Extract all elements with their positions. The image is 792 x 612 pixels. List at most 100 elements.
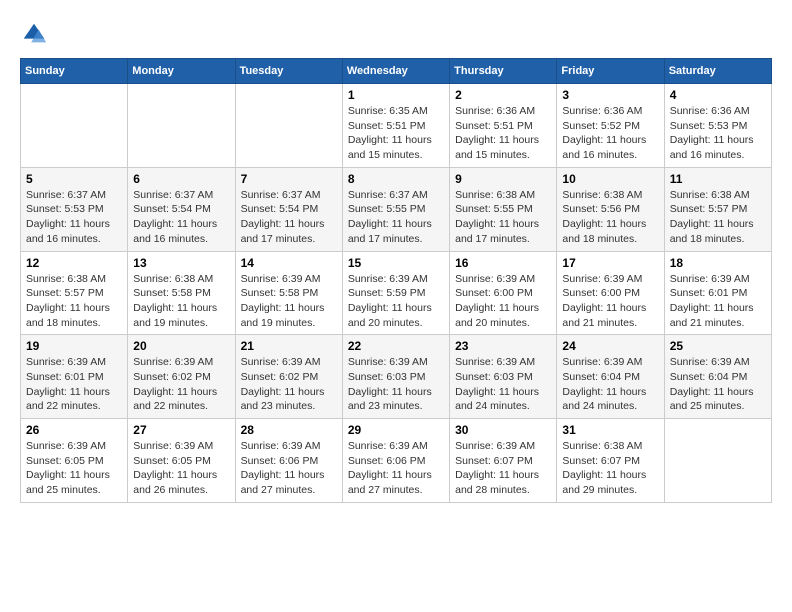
day-number: 12 <box>26 256 122 270</box>
day-info: Sunrise: 6:39 AM Sunset: 6:00 PM Dayligh… <box>455 272 551 331</box>
calendar-day-cell: 29 Sunrise: 6:39 AM Sunset: 6:06 PM Dayli… <box>342 419 449 503</box>
day-info: Sunrise: 6:39 AM Sunset: 6:03 PM Dayligh… <box>348 355 444 414</box>
calendar-day-cell: 5Sunrise: 6:37 AM Sunset: 5:53 PM Daylig… <box>21 167 128 251</box>
day-number: 31 <box>562 423 658 437</box>
calendar-day-cell: 17 Sunrise: 6:39 AM Sunset: 6:00 PM Dayli… <box>557 251 664 335</box>
day-info: Sunrise: 6:39 AM Sunset: 6:03 PM Dayligh… <box>455 355 551 414</box>
day-number: 27 <box>133 423 229 437</box>
day-number: 14 <box>241 256 337 270</box>
calendar-table: SundayMondayTuesdayWednesdayThursdayFrid… <box>20 58 772 503</box>
day-number: 1 <box>348 88 444 102</box>
calendar-week-row: 19Sunrise: 6:39 AM Sunset: 6:01 PM Dayli… <box>21 335 772 419</box>
day-number: 3 <box>562 88 658 102</box>
calendar-week-row: 5Sunrise: 6:37 AM Sunset: 5:53 PM Daylig… <box>21 167 772 251</box>
day-number: 5 <box>26 172 122 186</box>
calendar-day-cell: 22 Sunrise: 6:39 AM Sunset: 6:03 PM Dayli… <box>342 335 449 419</box>
day-number: 6 <box>133 172 229 186</box>
day-info: Sunrise: 6:39 AM Sunset: 6:00 PM Dayligh… <box>562 272 658 331</box>
calendar-header-friday: Friday <box>557 59 664 84</box>
day-info: Sunrise: 6:37 AM Sunset: 5:54 PM Dayligh… <box>133 188 229 247</box>
day-number: 24 <box>562 339 658 353</box>
day-info: Sunrise: 6:39 AM Sunset: 6:04 PM Dayligh… <box>562 355 658 414</box>
day-number: 9 <box>455 172 551 186</box>
calendar-empty-cell <box>128 84 235 168</box>
calendar-header-monday: Monday <box>128 59 235 84</box>
calendar-day-cell: 31 Sunrise: 6:38 AM Sunset: 6:07 PM Dayli… <box>557 419 664 503</box>
day-number: 4 <box>670 88 766 102</box>
day-number: 2 <box>455 88 551 102</box>
calendar-week-row: 12 Sunrise: 6:38 AM Sunset: 5:57 PM Dayli… <box>21 251 772 335</box>
calendar-day-cell: 9Sunrise: 6:38 AM Sunset: 5:55 PM Daylig… <box>450 167 557 251</box>
calendar-day-cell: 13 Sunrise: 6:38 AM Sunset: 5:58 PM Dayli… <box>128 251 235 335</box>
day-number: 11 <box>670 172 766 186</box>
day-info: Sunrise: 6:39 AM Sunset: 5:58 PM Dayligh… <box>241 272 337 331</box>
day-number: 19 <box>26 339 122 353</box>
logo-icon <box>20 20 48 48</box>
day-info: Sunrise: 6:39 AM Sunset: 6:07 PM Dayligh… <box>455 439 551 498</box>
day-info: Sunrise: 6:39 AM Sunset: 5:59 PM Dayligh… <box>348 272 444 331</box>
day-info: Sunrise: 6:39 AM Sunset: 6:02 PM Dayligh… <box>241 355 337 414</box>
day-info: Sunrise: 6:39 AM Sunset: 6:04 PM Dayligh… <box>670 355 766 414</box>
day-info: Sunrise: 6:39 AM Sunset: 6:05 PM Dayligh… <box>133 439 229 498</box>
calendar-header-saturday: Saturday <box>664 59 771 84</box>
calendar-day-cell: 14 Sunrise: 6:39 AM Sunset: 5:58 PM Dayli… <box>235 251 342 335</box>
day-number: 21 <box>241 339 337 353</box>
day-info: Sunrise: 6:39 AM Sunset: 6:01 PM Dayligh… <box>670 272 766 331</box>
day-number: 16 <box>455 256 551 270</box>
day-info: Sunrise: 6:36 AM Sunset: 5:52 PM Dayligh… <box>562 104 658 163</box>
calendar-header-row: SundayMondayTuesdayWednesdayThursdayFrid… <box>21 59 772 84</box>
calendar-day-cell: 24 Sunrise: 6:39 AM Sunset: 6:04 PM Dayli… <box>557 335 664 419</box>
logo <box>20 20 52 48</box>
day-number: 22 <box>348 339 444 353</box>
calendar-day-cell: 15 Sunrise: 6:39 AM Sunset: 5:59 PM Dayli… <box>342 251 449 335</box>
day-number: 29 <box>348 423 444 437</box>
day-info: Sunrise: 6:38 AM Sunset: 6:07 PM Dayligh… <box>562 439 658 498</box>
calendar-header-tuesday: Tuesday <box>235 59 342 84</box>
day-info: Sunrise: 6:38 AM Sunset: 5:57 PM Dayligh… <box>670 188 766 247</box>
day-number: 28 <box>241 423 337 437</box>
day-info: Sunrise: 6:36 AM Sunset: 5:51 PM Dayligh… <box>455 104 551 163</box>
day-number: 17 <box>562 256 658 270</box>
day-number: 13 <box>133 256 229 270</box>
calendar-day-cell: 30 Sunrise: 6:39 AM Sunset: 6:07 PM Dayli… <box>450 419 557 503</box>
calendar-day-cell: 8 Sunrise: 6:37 AM Sunset: 5:55 PM Daylig… <box>342 167 449 251</box>
calendar-day-cell: 3 Sunrise: 6:36 AM Sunset: 5:52 PM Daylig… <box>557 84 664 168</box>
calendar-day-cell: 2 Sunrise: 6:36 AM Sunset: 5:51 PM Daylig… <box>450 84 557 168</box>
calendar-week-row: 26 Sunrise: 6:39 AM Sunset: 6:05 PM Dayli… <box>21 419 772 503</box>
calendar-day-cell: 11 Sunrise: 6:38 AM Sunset: 5:57 PM Dayli… <box>664 167 771 251</box>
calendar-day-cell: 19Sunrise: 6:39 AM Sunset: 6:01 PM Dayli… <box>21 335 128 419</box>
day-number: 10 <box>562 172 658 186</box>
calendar-day-cell: 28 Sunrise: 6:39 AM Sunset: 6:06 PM Dayli… <box>235 419 342 503</box>
calendar-header-thursday: Thursday <box>450 59 557 84</box>
calendar-day-cell: 18 Sunrise: 6:39 AM Sunset: 6:01 PM Dayli… <box>664 251 771 335</box>
day-info: Sunrise: 6:38 AM Sunset: 5:56 PM Dayligh… <box>562 188 658 247</box>
day-number: 15 <box>348 256 444 270</box>
calendar-day-cell: 23 Sunrise: 6:39 AM Sunset: 6:03 PM Dayli… <box>450 335 557 419</box>
day-info: Sunrise: 6:38 AM Sunset: 5:58 PM Dayligh… <box>133 272 229 331</box>
day-info: Sunrise: 6:39 AM Sunset: 6:06 PM Dayligh… <box>241 439 337 498</box>
day-info: Sunrise: 6:38 AM Sunset: 5:57 PM Dayligh… <box>26 272 122 331</box>
calendar-day-cell: 10 Sunrise: 6:38 AM Sunset: 5:56 PM Dayli… <box>557 167 664 251</box>
page-header <box>20 20 772 48</box>
day-info: Sunrise: 6:39 AM Sunset: 6:02 PM Dayligh… <box>133 355 229 414</box>
calendar-day-cell: 16 Sunrise: 6:39 AM Sunset: 6:00 PM Dayli… <box>450 251 557 335</box>
day-info: Sunrise: 6:39 AM Sunset: 6:05 PM Dayligh… <box>26 439 122 498</box>
calendar-empty-cell <box>235 84 342 168</box>
day-info: Sunrise: 6:35 AM Sunset: 5:51 PM Dayligh… <box>348 104 444 163</box>
calendar-empty-cell <box>664 419 771 503</box>
day-number: 8 <box>348 172 444 186</box>
calendar-day-cell: 1 Sunrise: 6:35 AM Sunset: 5:51 PM Daylig… <box>342 84 449 168</box>
day-number: 18 <box>670 256 766 270</box>
calendar-week-row: 1 Sunrise: 6:35 AM Sunset: 5:51 PM Daylig… <box>21 84 772 168</box>
calendar-day-cell: 4Sunrise: 6:36 AM Sunset: 5:53 PM Daylig… <box>664 84 771 168</box>
day-info: Sunrise: 6:39 AM Sunset: 6:06 PM Dayligh… <box>348 439 444 498</box>
day-number: 23 <box>455 339 551 353</box>
calendar-day-cell: 27 Sunrise: 6:39 AM Sunset: 6:05 PM Dayli… <box>128 419 235 503</box>
calendar-day-cell: 7Sunrise: 6:37 AM Sunset: 5:54 PM Daylig… <box>235 167 342 251</box>
calendar-day-cell: 6 Sunrise: 6:37 AM Sunset: 5:54 PM Daylig… <box>128 167 235 251</box>
calendar-day-cell: 25 Sunrise: 6:39 AM Sunset: 6:04 PM Dayli… <box>664 335 771 419</box>
day-number: 25 <box>670 339 766 353</box>
day-info: Sunrise: 6:37 AM Sunset: 5:55 PM Dayligh… <box>348 188 444 247</box>
day-number: 26 <box>26 423 122 437</box>
day-number: 30 <box>455 423 551 437</box>
